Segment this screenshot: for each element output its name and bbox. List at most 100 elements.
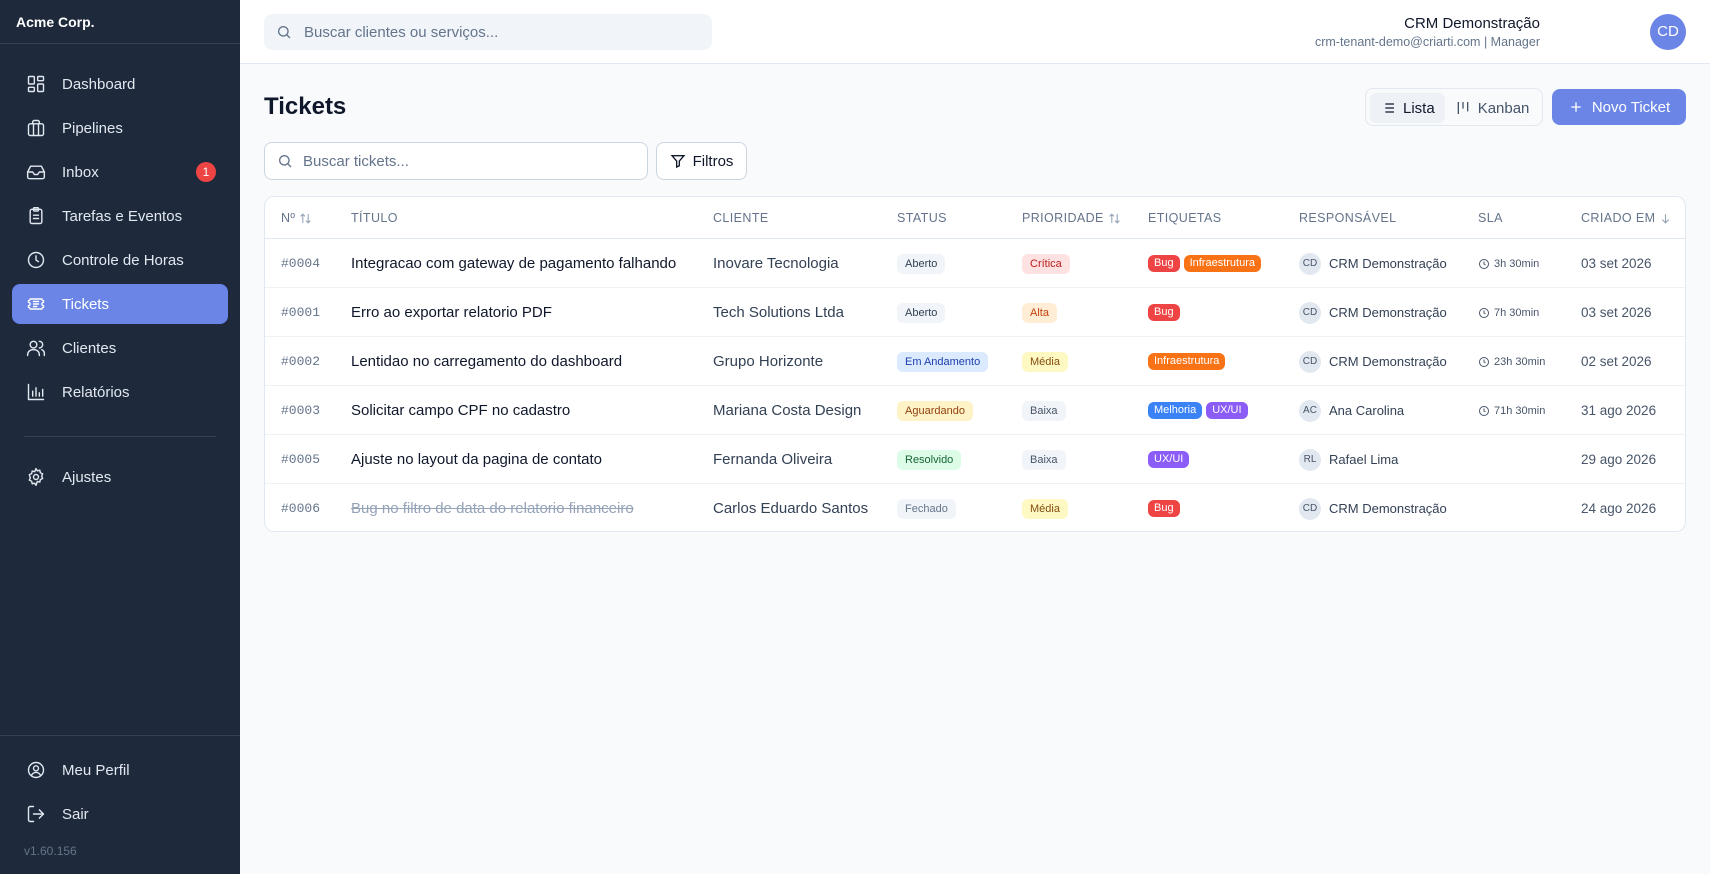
table-row[interactable]: #0006 Bug no filtro de data do relatorio …	[265, 484, 1685, 531]
page-title: Tickets	[264, 93, 347, 120]
new-ticket-button[interactable]: Novo Ticket	[1552, 89, 1686, 125]
created-date: 02 set 2026	[1581, 354, 1652, 369]
owner-cell: AC Ana Carolina	[1299, 386, 1404, 435]
status-cell: Aguardando	[897, 386, 973, 435]
table-row[interactable]: #0002 Lentidao no carregamento do dashboa…	[265, 337, 1685, 386]
clock-icon	[1478, 356, 1494, 368]
priority-cell: Média	[1022, 337, 1068, 386]
dashboard-icon	[26, 74, 46, 94]
sidebar: Acme Corp. Dashboard Pipelines Inbox 1 T…	[0, 0, 240, 874]
ticket-number: #0004	[281, 256, 321, 271]
sidebar-item-horas[interactable]: Controle de Horas	[12, 240, 228, 280]
owner-cell: CD CRM Demonstração	[1299, 484, 1447, 531]
ticket-title[interactable]: Solicitar campo CPF no cadastro	[351, 386, 570, 435]
filters-label: Filtros	[692, 152, 734, 170]
owner-name: CRM Demonstração	[1329, 256, 1447, 271]
created-date: 31 ago 2026	[1581, 403, 1657, 418]
owner-name: CRM Demonstração	[1329, 354, 1447, 369]
priority-badge: Média	[1022, 351, 1068, 372]
sla-cell: 3h 30min	[1478, 239, 1539, 288]
sidebar-item-ajustes[interactable]: Ajustes	[12, 457, 228, 497]
ticket-title[interactable]: Bug no filtro de data do relatorio finan…	[351, 484, 634, 531]
priority-badge: Crítica	[1022, 253, 1070, 274]
sla-cell: 23h 30min	[1478, 337, 1545, 386]
ticket-title[interactable]: Integracao com gateway de pagamento falh…	[351, 239, 676, 288]
col-num-label: Nº	[281, 211, 296, 225]
tags-cell: Bug Infraestrutura	[1148, 239, 1265, 288]
priority-badge: Baixa	[1022, 449, 1066, 470]
tags-cell: Bug	[1148, 484, 1184, 531]
table-row[interactable]: #0005 Ajuste no layout da pagina de conta…	[265, 435, 1685, 484]
clock-icon	[1478, 307, 1494, 319]
view-kanban-button[interactable]: Kanban	[1445, 93, 1540, 123]
sidebar-item-clientes[interactable]: Clientes	[12, 328, 228, 368]
sla-value: 71h 30min	[1494, 404, 1546, 417]
avatar[interactable]: CD	[1650, 14, 1686, 50]
status-badge: Aberto	[897, 302, 946, 323]
col-sla-header: SLA	[1478, 211, 1503, 225]
sidebar-footer: Meu Perfil Sair v1.60.156	[0, 735, 240, 874]
view-kanban-label: Kanban	[1477, 99, 1530, 117]
tag-badge: UX/UI	[1148, 451, 1190, 468]
inbox-icon	[26, 162, 46, 182]
plus-icon	[1571, 102, 1581, 112]
ticket-client: Inovare Tecnologia	[713, 255, 839, 272]
sidebar-item-tarefas[interactable]: Tarefas e Eventos	[12, 196, 228, 236]
view-toggle: Lista Kanban	[1365, 88, 1543, 126]
priority-cell: Baixa	[1022, 386, 1066, 435]
sidebar-item-dashboard[interactable]: Dashboard	[12, 64, 228, 104]
sla-indicator: 3h 30min	[1478, 258, 1539, 270]
owner-name: Ana Carolina	[1329, 403, 1405, 418]
sidebar-item-relatorios[interactable]: Relatórios	[12, 372, 228, 412]
sla-cell: 71h 30min	[1478, 386, 1545, 435]
ticket-search[interactable]	[264, 142, 648, 180]
ticket-title[interactable]: Erro ao exportar relatorio PDF	[351, 288, 552, 337]
table-header: Nº TÍTULO CLIENTE STATUS PRIORIDADE ETIQ…	[265, 197, 1685, 239]
avatar: CD	[1299, 350, 1321, 373]
sidebar-item-meu-perfil[interactable]: Meu Perfil	[12, 750, 228, 790]
table-row[interactable]: #0001 Erro ao exportar relatorio PDF Tech …	[265, 288, 1685, 337]
sidebar-item-label: Tickets	[62, 295, 109, 313]
tickets-table: Nº TÍTULO CLIENTE STATUS PRIORIDADE ETIQ…	[264, 196, 1686, 532]
sidebar-item-inbox[interactable]: Inbox 1	[12, 152, 228, 192]
sidebar-item-tickets[interactable]: Tickets	[12, 284, 228, 324]
sidebar-item-sair[interactable]: Sair	[12, 794, 228, 834]
ticket-icon	[26, 294, 46, 314]
tags-cell: UX/UI	[1148, 435, 1193, 484]
ticket-client: Grupo Horizonte	[713, 353, 824, 370]
col-client-header: CLIENTE	[713, 211, 769, 225]
global-search[interactable]	[264, 14, 712, 50]
owner-cell: CD CRM Demonstração	[1299, 288, 1447, 337]
table-row[interactable]: #0004 Integracao com gateway de pagamento…	[265, 239, 1685, 288]
tag-badge: UX/UI	[1206, 402, 1248, 419]
sidebar-item-label: Sair	[62, 805, 89, 823]
sidebar-item-pipelines[interactable]: Pipelines	[12, 108, 228, 148]
ticket-search-input[interactable]	[303, 152, 633, 170]
col-priority-header[interactable]: PRIORIDADE	[1022, 197, 1121, 239]
global-search-input[interactable]	[304, 23, 684, 41]
kanban-icon	[1457, 102, 1469, 114]
col-created-header[interactable]: CRIADO EM	[1581, 197, 1672, 239]
avatar: CD	[1299, 497, 1321, 520]
clock-icon	[1478, 405, 1494, 417]
briefcase-icon	[26, 118, 46, 138]
ticket-title[interactable]: Lentidao no carregamento do dashboard	[351, 337, 622, 386]
created-date: 03 set 2026	[1581, 256, 1652, 271]
users-icon	[26, 338, 46, 358]
tags-cell: Melhoria UX/UI	[1148, 386, 1252, 435]
priority-badge: Baixa	[1022, 400, 1066, 421]
table-row[interactable]: #0003 Solicitar campo CPF no cadastro Mari…	[265, 386, 1685, 435]
filters-button[interactable]: Filtros	[656, 142, 747, 180]
user-info: CRM Demonstração crm-tenant-demo@criarti…	[1315, 15, 1540, 49]
sidebar-item-label: Meu Perfil	[62, 761, 130, 779]
tag-badge: Infraestrutura	[1148, 353, 1226, 370]
status-badge: Em Andamento	[897, 351, 989, 372]
ticket-title[interactable]: Ajuste no layout da pagina de contato	[351, 435, 602, 484]
col-num-header[interactable]: Nº	[281, 197, 312, 239]
priority-badge: Média	[1022, 498, 1068, 519]
sidebar-item-label: Ajustes	[62, 468, 112, 486]
created-date: 24 ago 2026	[1581, 501, 1657, 516]
view-list-button[interactable]: Lista	[1370, 93, 1445, 123]
sort-icon	[300, 212, 312, 224]
ticket-client: Fernanda Oliveira	[713, 451, 833, 468]
